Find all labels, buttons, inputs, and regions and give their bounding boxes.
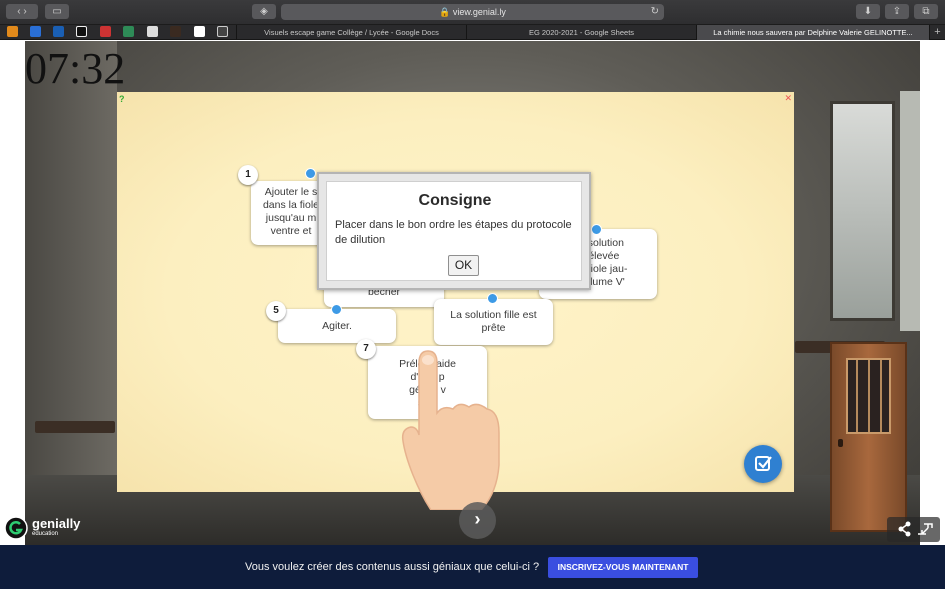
step-number: 5	[266, 301, 286, 321]
brand-sub: education	[32, 531, 59, 537]
door-window-bar	[880, 360, 882, 432]
instruction-dialog-body: Consigne Placer dans le bon ordre les ét…	[326, 181, 582, 281]
drag-handle[interactable]	[331, 304, 342, 315]
exit-door[interactable]	[830, 342, 907, 532]
door-window-bar	[856, 360, 858, 432]
step-number: 1	[238, 165, 258, 185]
bookmark-favicon[interactable]	[217, 26, 228, 37]
lock-icon: 🔒	[439, 7, 451, 17]
background-window	[900, 91, 920, 331]
chevron-right-icon: ›	[474, 509, 481, 529]
banner-text: Vous voulez créer des contenus aussi gén…	[245, 561, 540, 573]
browser-toolbar: ‹ › ▭ ◈ 🔒 view.genial.ly ↻ ⬇ ⇪ ⧉	[0, 0, 945, 25]
tab-google-sheets[interactable]: EG 2020-2021 - Google Sheets	[466, 25, 696, 40]
address-bar[interactable]: 🔒 view.genial.ly ↻	[281, 4, 664, 20]
bookmark-favicon[interactable]	[170, 26, 181, 37]
bookmark-favicon[interactable]	[30, 26, 41, 37]
background-window	[830, 101, 895, 321]
download-icon[interactable]: ⬇	[856, 4, 880, 19]
door-window	[846, 358, 891, 434]
next-button[interactable]: ›	[459, 502, 496, 539]
pointing-hand-icon	[401, 350, 500, 510]
url-text: view.genial.ly	[452, 7, 506, 17]
help-icon[interactable]: ?	[119, 94, 129, 104]
tabs-overview-icon[interactable]: ⧉	[914, 4, 938, 19]
background-desk	[35, 421, 115, 433]
check-validate-button[interactable]	[744, 445, 782, 483]
bookmark-favicon[interactable]	[53, 26, 64, 37]
drag-handle[interactable]	[487, 293, 498, 304]
new-tab-button[interactable]: +	[929, 25, 945, 40]
door-knob	[838, 439, 843, 447]
bookmark-favicon[interactable]	[147, 26, 158, 37]
tab-bar: Visuels escape game Collège / Lycée - Go…	[0, 25, 945, 40]
tab-genially-active[interactable]: La chimie nous sauvera par Delphine Vale…	[696, 25, 929, 40]
genially-stage: 07:32 ? ✕ Ajouter le s dans la fiole jus…	[0, 41, 945, 545]
genially-logo-icon	[4, 516, 28, 540]
share-browser-icon[interactable]: ⇪	[885, 4, 909, 19]
bookmark-favicon[interactable]	[76, 26, 87, 37]
door-window-bar	[868, 360, 870, 432]
step-number: 7	[356, 339, 376, 359]
tag-icon[interactable]: ◈	[252, 4, 276, 19]
back-forward-buttons[interactable]: ‹ ›	[6, 4, 38, 19]
share-fullscreen-controls	[887, 517, 940, 542]
drag-handle[interactable]	[305, 168, 316, 179]
dialog-text: Placer dans le bon ordre les étapes du p…	[335, 219, 572, 246]
signup-banner: Vous voulez créer des contenus aussi gén…	[0, 545, 945, 589]
ok-button[interactable]: OK	[448, 255, 479, 276]
drag-handle[interactable]	[591, 224, 602, 235]
instruction-dialog: Consigne Placer dans le bon ordre les ét…	[317, 172, 591, 290]
google-icon[interactable]	[194, 26, 205, 37]
background-wall	[25, 41, 117, 545]
gmail-icon[interactable]	[100, 26, 111, 37]
sidebar-toggle-icon[interactable]: ▭	[45, 4, 69, 19]
close-icon[interactable]: ✕	[784, 93, 792, 104]
check-validate-icon	[755, 456, 772, 471]
share-icon[interactable]	[887, 517, 940, 542]
brand-name: genially	[32, 516, 81, 531]
reload-icon[interactable]: ↻	[651, 4, 659, 20]
tab-google-docs[interactable]: Visuels escape game Collège / Lycée - Go…	[236, 25, 466, 40]
drive-icon[interactable]	[123, 26, 134, 37]
dialog-title: Consigne	[418, 192, 492, 209]
bookmark-favicon[interactable]	[7, 26, 18, 37]
signup-button[interactable]: INSCRIVEZ-VOUS MAINTENANT	[548, 557, 698, 578]
countdown-timer: 07:32	[25, 44, 126, 93]
